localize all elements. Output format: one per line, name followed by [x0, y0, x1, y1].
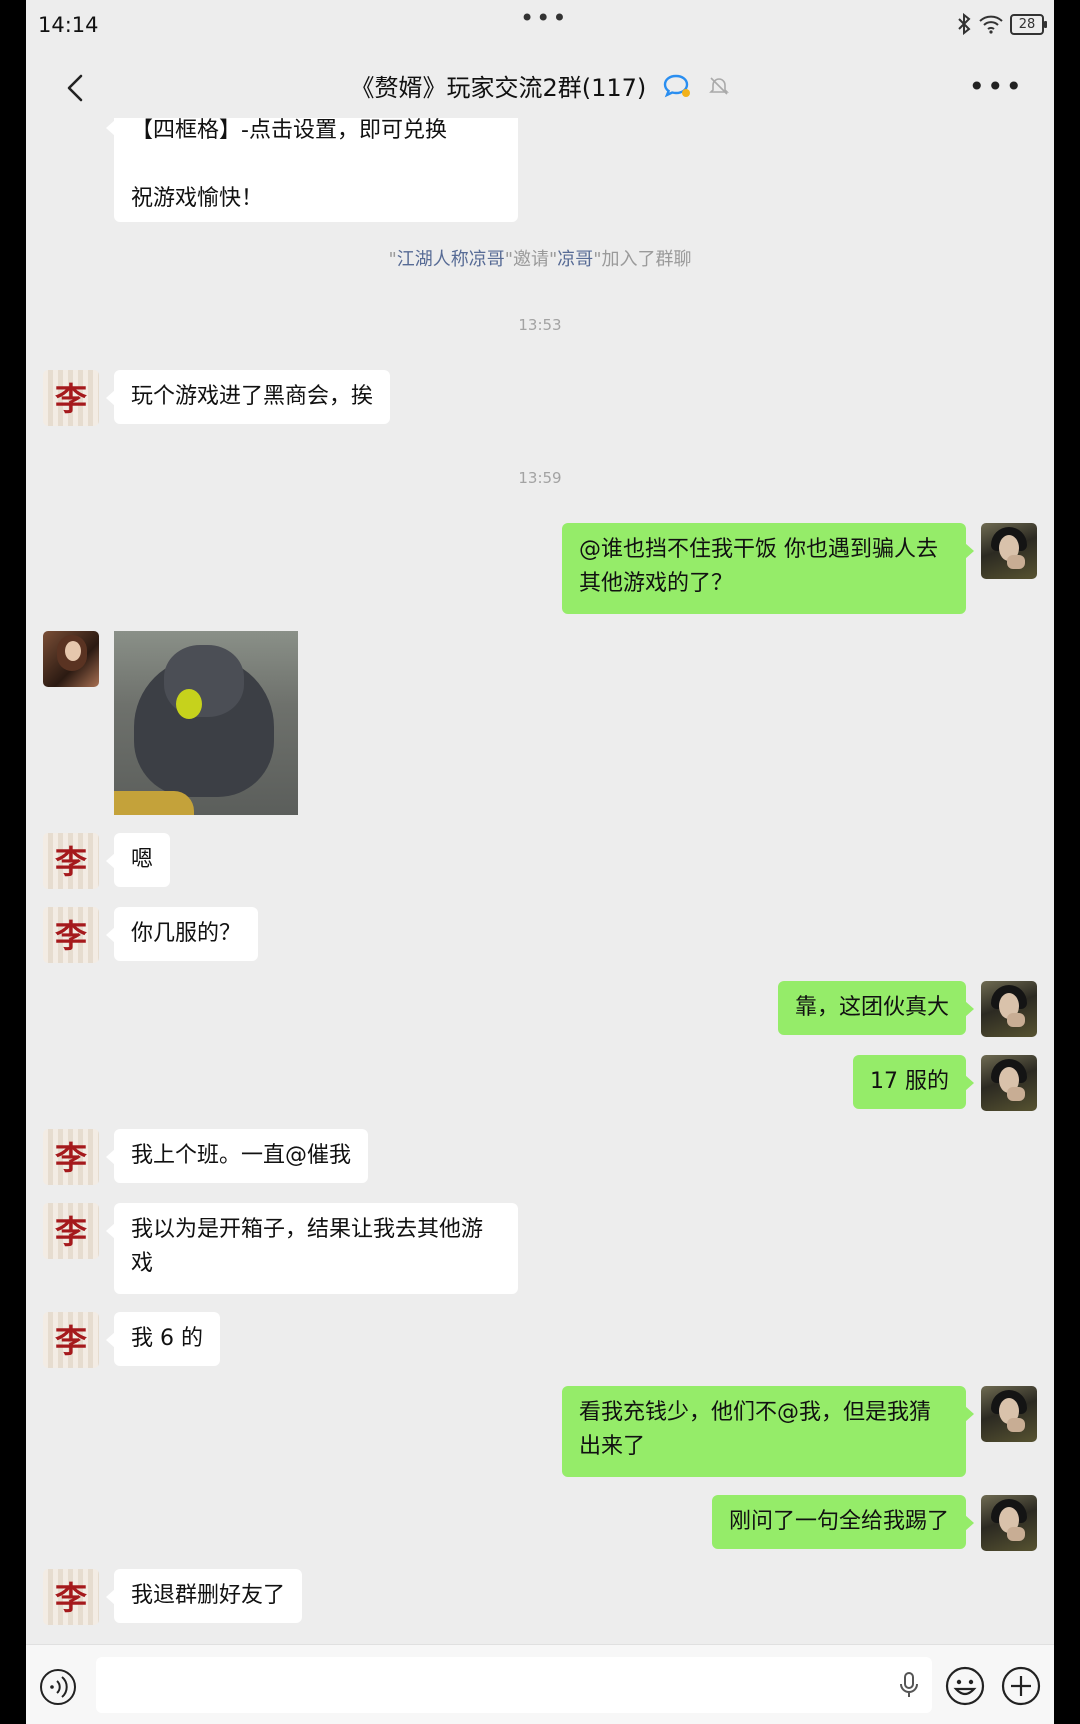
message-text: 嗯	[131, 847, 154, 872]
message-text: @谁也挡不住我干饭 你也遇到骗人去其他游戏的了？	[579, 537, 938, 596]
message-text: 靠，这团伙真大	[794, 995, 949, 1020]
system-message: "江湖人称凉哥"邀请"凉哥"加入了群聊	[388, 249, 692, 270]
message-bubble[interactable]: 17 服的	[853, 1055, 974, 1109]
message-text: 我以为是开箱子，结果让我去其他游戏	[131, 1217, 484, 1276]
voice-mode-icon[interactable]	[38, 1667, 78, 1707]
avatar[interactable]: 李	[43, 833, 99, 889]
battery-icon: 28	[1010, 13, 1047, 35]
bluetooth-icon	[958, 13, 971, 35]
inviter-link[interactable]: 江湖人称凉哥	[397, 249, 505, 270]
more-icon[interactable]: •••	[968, 70, 1024, 103]
status-icons: 28	[956, 13, 1047, 35]
message-text: 我 6 的	[131, 1326, 203, 1351]
image-message[interactable]	[114, 631, 298, 815]
title-bar: 《赘婿》玩家交流2群(117) •••	[26, 54, 1054, 118]
emoji-icon[interactable]	[944, 1665, 986, 1707]
message-input[interactable]	[96, 1657, 932, 1713]
plus-icon[interactable]	[1000, 1665, 1042, 1707]
avatar[interactable]	[981, 1055, 1037, 1111]
chat-screen: 14:14 ••• 28 《赘婿》玩家交流2群(117) ••• 【四框格】-点…	[26, 0, 1054, 1724]
message-bubble[interactable]: 我以为是开箱子，结果让我去其他游戏	[106, 1203, 518, 1294]
avatar[interactable]	[981, 1386, 1037, 1442]
message-text: 你几服的？	[131, 921, 242, 946]
avatar[interactable]	[981, 523, 1037, 579]
message-text: 我上个班。一直@催我	[131, 1143, 352, 1168]
bell-off-icon	[708, 76, 729, 95]
avatar[interactable]: 李	[43, 907, 99, 963]
message-text: 看我充钱少，他们不@我，但是我猜出来了	[579, 1400, 932, 1459]
message-bubble[interactable]: 你几服的？	[105, 907, 259, 961]
status-bar: 14:14 ••• 28	[26, 0, 1054, 54]
message-bubble[interactable]: @谁也挡不住我干饭 你也遇到骗人去其他游戏的了？	[562, 523, 974, 614]
message-text: 玩个游戏进了黑商会，挨	[131, 384, 374, 409]
timestamp: 13:53	[518, 316, 562, 334]
message-list[interactable]: 【四框格】-点击设置，即可兑换 祝游戏愉快！ "江湖人称凉哥"邀请"凉哥"加入了…	[26, 118, 1054, 1644]
message-bubble[interactable]: 刚问了一句全给我踢了	[711, 1495, 975, 1549]
message-bubble[interactable]: 我上个班。一直@催我	[105, 1129, 369, 1183]
avatar[interactable]	[43, 631, 99, 687]
chat-bubble-icon	[663, 74, 690, 97]
window-handle[interactable]: •••	[520, 4, 568, 32]
chat-title[interactable]: 《赘婿》玩家交流2群(117)	[26, 68, 1054, 103]
message-bubble[interactable]: 玩个游戏进了黑商会，挨	[105, 370, 391, 424]
message-text: 刚问了一句全给我踢了	[728, 1509, 949, 1534]
avatar[interactable]	[981, 981, 1037, 1037]
wifi-icon	[979, 15, 1003, 34]
status-time: 14:14	[38, 13, 99, 37]
timestamp: 13:59	[518, 469, 562, 487]
group-name: 《赘婿》玩家交流2群(117)	[350, 74, 647, 102]
invitee-link[interactable]: 凉哥	[557, 249, 593, 270]
message-text: 17 服的	[870, 1069, 949, 1094]
avatar[interactable]: 李	[43, 370, 99, 426]
message-bubble[interactable]: 【四框格】-点击设置，即可兑换 祝游戏愉快！	[106, 118, 518, 222]
message-bubble[interactable]: 我 6 的	[106, 1312, 220, 1366]
message-bubble[interactable]: 靠，这团伙真大	[777, 981, 975, 1035]
message-bubble[interactable]: 嗯	[105, 833, 171, 887]
input-bar	[26, 1644, 1054, 1724]
message-bubble[interactable]: 我退群删好友了	[105, 1569, 303, 1623]
message-bubble[interactable]: 看我充钱少，他们不@我，但是我猜出来了	[562, 1386, 974, 1477]
message-text: 祝游戏愉快！	[131, 186, 264, 211]
avatar[interactable]: 李	[43, 1203, 99, 1259]
microphone-icon[interactable]	[898, 1671, 920, 1699]
avatar[interactable]: 李	[43, 1312, 99, 1368]
avatar[interactable]: 李	[43, 1569, 99, 1625]
message-text: 【四框格】-点击设置，即可兑换	[131, 118, 447, 143]
avatar[interactable]: 李	[43, 1129, 99, 1185]
avatar[interactable]	[981, 1495, 1037, 1551]
message-text: 我退群删好友了	[131, 1583, 286, 1608]
